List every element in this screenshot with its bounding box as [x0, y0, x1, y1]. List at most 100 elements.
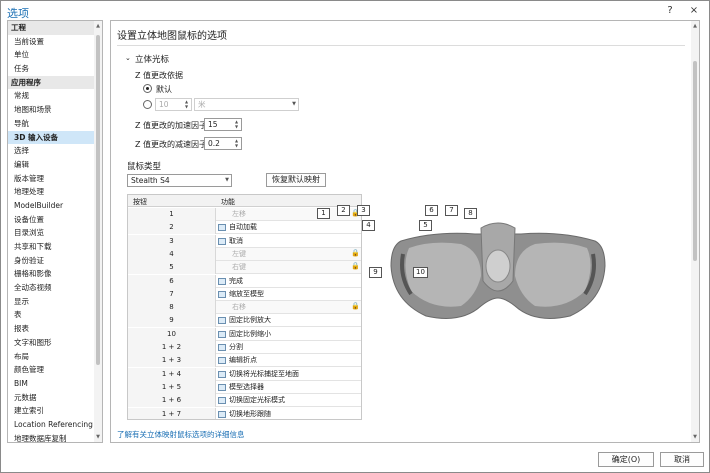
nav-item[interactable]: Location Referencing — [8, 418, 96, 432]
nav-item[interactable]: 选择 — [8, 144, 96, 158]
nav-item[interactable]: 目录浏览 — [8, 226, 96, 240]
settings-scrollbar[interactable]: ▲ ▼ — [691, 21, 699, 442]
nav-scrollbar[interactable]: ▲ ▼ — [94, 21, 102, 442]
collapse-chevron-icon[interactable]: ⌄ — [125, 54, 131, 62]
nav-item[interactable]: 单位 — [8, 48, 96, 62]
unit-dropdown[interactable]: 米 ▼ — [194, 98, 299, 111]
nav-item[interactable]: 常规 — [8, 89, 96, 103]
table-row[interactable]: 1 + 5 模型选择器 — [128, 380, 361, 394]
table-row[interactable]: 1 + 6 切换固定光标模式 — [128, 394, 361, 408]
function-icon — [218, 370, 226, 378]
table-row[interactable]: 5 右键 🔒 — [128, 261, 361, 275]
radio-custom[interactable] — [143, 100, 152, 109]
table-row[interactable]: 8 右移 🔒 — [128, 301, 361, 315]
nav-item[interactable]: 共享和下载 — [8, 240, 96, 254]
scroll-up-icon[interactable]: ▲ — [692, 23, 698, 29]
table-row[interactable]: 4 左键 🔒 — [128, 247, 361, 261]
function-cell: 模型选择器 — [229, 382, 264, 391]
button-mapping-table: 按钮 功能 1 左移 🔒 2 自动加载 3 取消 4 左键 🔒 5 右键 🔒 6 完成 7 缩放至模型 8 右移 🔒 9… — [127, 194, 362, 420]
mouse-button-label: 10 — [413, 267, 428, 278]
nav-item[interactable]: 文字和图形 — [8, 336, 96, 350]
mouse-button-label: 1 — [317, 208, 330, 219]
function-cell: 分割 — [229, 343, 243, 351]
spinner-icon[interactable]: ▲ ▼ — [183, 99, 190, 110]
table-row[interactable]: 7 缩放至模型 — [128, 287, 361, 301]
mouse-type-dropdown[interactable]: Stealth S4 ▼ — [127, 174, 232, 187]
nav-item[interactable]: 元数据 — [8, 391, 96, 405]
function-cell: 自动加载 — [229, 223, 257, 232]
ok-button[interactable]: 确定(O) — [598, 452, 654, 467]
table-row[interactable]: 6 完成 — [128, 274, 361, 288]
nav-item[interactable]: 地图和场景 — [8, 103, 96, 117]
table-row[interactable]: 10 固定比例缩小 — [128, 327, 361, 341]
spinner-icon[interactable]: ▲ ▼ — [233, 119, 240, 130]
function-cell: 右键 — [232, 263, 246, 272]
button-cell: 8 — [128, 301, 216, 315]
button-cell: 10 — [128, 327, 216, 341]
table-row[interactable]: 1 + 2 分割 — [128, 341, 361, 354]
help-button[interactable]: ? — [661, 3, 679, 19]
nav-item[interactable]: 3D 输入设备 — [8, 130, 96, 145]
z-change-label: Z 值更改依据 — [135, 71, 184, 80]
nav-item[interactable]: 导航 — [8, 117, 96, 131]
nav-item[interactable]: BIM — [8, 377, 96, 391]
chevron-down-icon[interactable]: ▼ — [225, 175, 229, 186]
accel-input[interactable]: 15 ▲ ▼ — [204, 118, 242, 131]
nav-item[interactable]: 任务 — [8, 62, 96, 76]
lock-icon: 🔒 — [351, 248, 360, 257]
custom-value-input[interactable]: 10 ▲ ▼ — [155, 98, 192, 111]
button-cell: 1 + 7 — [128, 407, 216, 419]
table-row[interactable]: 1 + 7 切换地形跟随 — [128, 407, 361, 419]
nav-item[interactable]: 版本管理 — [8, 172, 96, 186]
nav-scroll-thumb[interactable] — [96, 35, 100, 365]
nav-item[interactable]: 编辑 — [8, 158, 96, 172]
decel-value: 0.2 — [208, 139, 220, 148]
nav-item[interactable]: 表 — [8, 308, 96, 322]
settings-scroll-thumb[interactable] — [693, 61, 697, 261]
mouse-button-label: 4 — [362, 220, 375, 231]
nav-group-header: 工程 — [8, 21, 96, 35]
nav-item[interactable]: 显示 — [8, 295, 96, 309]
mouse-button-label: 6 — [425, 205, 438, 216]
scroll-down-icon[interactable]: ▼ — [692, 434, 698, 440]
radio-default-label: 默认 — [156, 85, 172, 94]
button-cell: 1 + 5 — [128, 380, 216, 394]
nav-item[interactable]: 全动态视频 — [8, 281, 96, 295]
nav-item[interactable]: 设备位置 — [8, 213, 96, 227]
function-icon — [218, 237, 226, 245]
table-row[interactable]: 9 固定比例放大 — [128, 314, 361, 328]
nav-item[interactable]: 报表 — [8, 322, 96, 336]
table-row[interactable]: 1 + 4 切换将光标捕捉至地面 — [128, 367, 361, 381]
restore-defaults-button[interactable]: 恢复默认映射 — [266, 173, 326, 187]
spinner-icon[interactable]: ▲ ▼ — [233, 138, 240, 149]
nav-item[interactable]: 当前设置 — [8, 35, 96, 49]
table-row[interactable]: 1 + 3 编辑折点 — [128, 354, 361, 368]
table-row[interactable]: 2 自动加载 — [128, 221, 361, 235]
details-link[interactable]: 了解有关立体映射鼠标选项的详细信息 — [117, 429, 245, 440]
nav-item[interactable]: 建立索引 — [8, 404, 96, 418]
page-title: 设置立体地图鼠标的选项 — [117, 31, 227, 42]
nav-item[interactable]: 身份验证 — [8, 254, 96, 268]
function-cell: 完成 — [229, 276, 243, 285]
close-button[interactable]: × — [685, 3, 703, 19]
col-button-header: 按钮 — [133, 198, 147, 206]
button-cell: 3 — [128, 234, 216, 248]
radio-default[interactable] — [143, 84, 152, 93]
mouse-diagram — [390, 222, 606, 319]
nav-item[interactable]: 栅格和影像 — [8, 267, 96, 281]
nav-item[interactable]: ModelBuilder — [8, 199, 96, 213]
nav-item[interactable]: 地理处理 — [8, 185, 96, 199]
scroll-up-icon[interactable]: ▲ — [95, 23, 101, 29]
cancel-button[interactable]: 取消 — [660, 452, 704, 467]
lock-icon: 🔒 — [351, 302, 360, 311]
button-cell: 6 — [128, 274, 216, 288]
table-row[interactable]: 3 取消 — [128, 234, 361, 248]
nav-item[interactable]: 地理数据库复制 — [8, 432, 96, 442]
mouse-button-label: 8 — [464, 208, 477, 219]
nav-item[interactable]: 颜色管理 — [8, 363, 96, 377]
chevron-down-icon[interactable]: ▼ — [292, 99, 296, 110]
decel-input[interactable]: 0.2 ▲ ▼ — [204, 137, 242, 150]
scroll-down-icon[interactable]: ▼ — [95, 434, 101, 440]
nav-item[interactable]: 布局 — [8, 350, 96, 364]
mouse-type-title: 鼠标类型 — [127, 162, 162, 172]
